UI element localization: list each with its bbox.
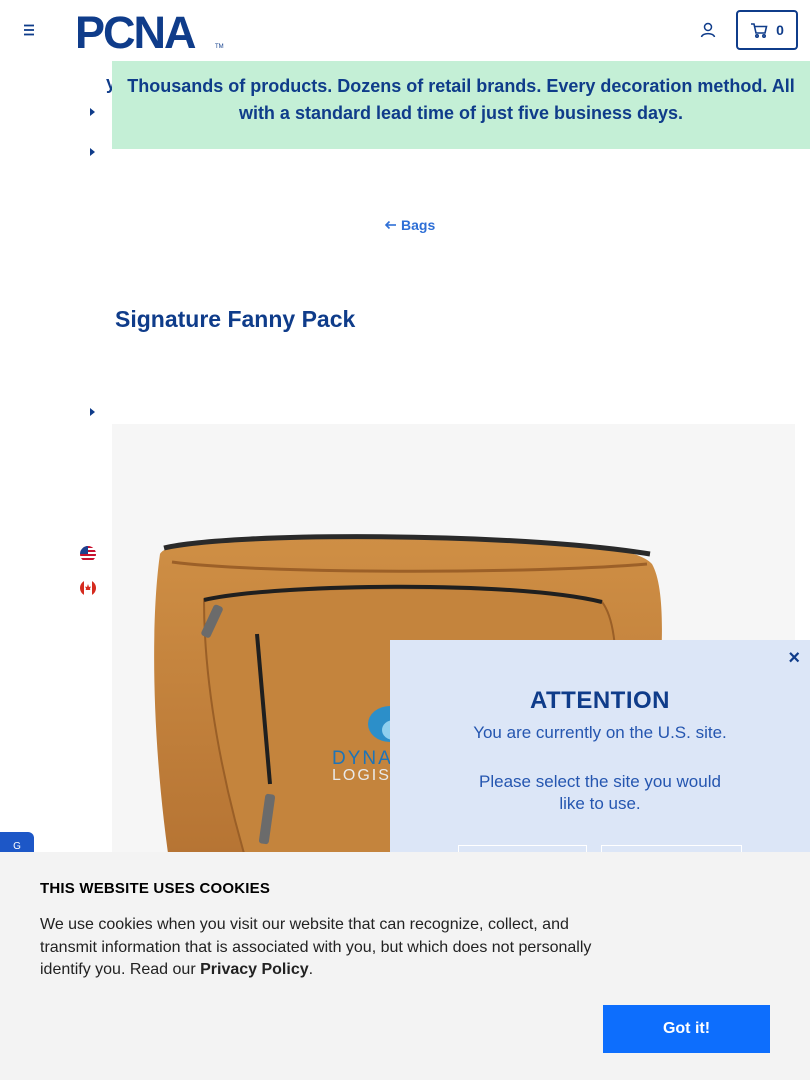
announcement-banner: Thousands of products. Dozens of retail … [112,61,810,149]
menu-icon[interactable] [18,19,40,41]
cookie-text: We use cookies when you visit our websit… [40,916,592,978]
pcna-logo[interactable]: PCNA TM [75,7,225,58]
arrow-left-icon [384,220,396,230]
cart-button[interactable]: 0 [736,10,798,50]
back-to-category-link[interactable]: Bags [384,217,435,233]
banner-text: Thousands of products. Dozens of retail … [127,76,795,123]
modal-title: ATTENTION [529,687,671,714]
product-title: Signature Fanny Pack [115,306,356,332]
logo-text: PCNA [75,10,196,52]
accept-cookies-button[interactable]: Got it! [603,1005,770,1053]
region-select-modal: × ATTENTION You are currently on the U.S… [390,640,810,880]
caret-right-icon[interactable] [88,107,96,117]
cart-icon [751,23,768,38]
caret-right-icon[interactable] [88,147,96,157]
us-flag-icon[interactable] [80,546,96,562]
back-link-label: Bags [401,217,436,233]
modal-current-site: You are currently on the U.S. site. [473,723,727,742]
cookie-title: THIS WEBSITE USES COOKIES [40,880,271,897]
close-icon[interactable]: × [788,648,800,668]
ca-flag-icon[interactable] [80,580,96,596]
side-feedback-tab[interactable]: G [0,832,34,854]
caret-right-icon[interactable] [88,407,96,417]
user-icon[interactable] [697,19,719,41]
site-header: PCNA TM 0 [0,0,810,61]
cart-count: 0 [776,22,784,38]
logo-trademark: TM [215,44,224,50]
cookie-banner: THIS WEBSITE USES COOKIES We use cookies… [0,852,810,1080]
privacy-policy-link[interactable]: Privacy Policy [200,961,309,978]
banner-overflow-glyph: y [106,73,112,93]
imprint-line-1: DYNA [332,748,393,769]
modal-prompt: Please select the site you would like to… [479,772,721,813]
